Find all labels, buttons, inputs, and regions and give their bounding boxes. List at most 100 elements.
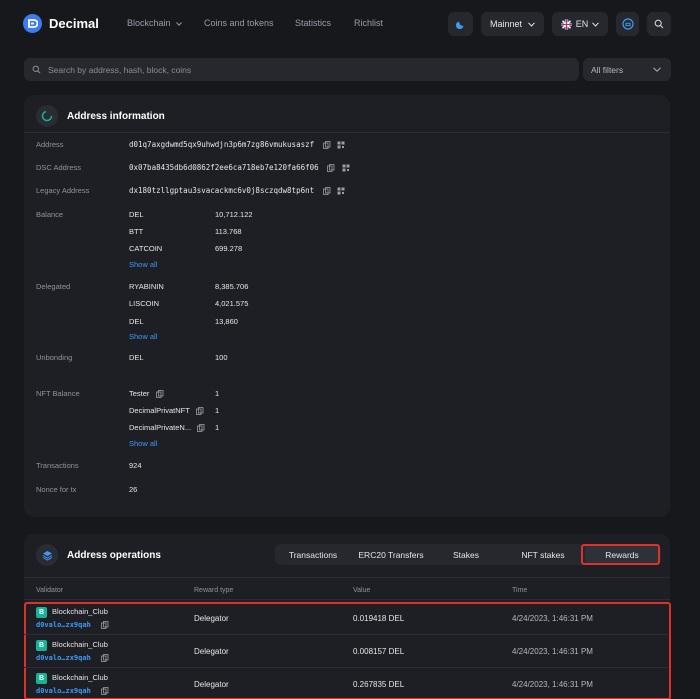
moon-icon bbox=[455, 21, 463, 29]
nft-amount: 1 bbox=[215, 406, 220, 415]
reward-type: Delegator bbox=[194, 680, 229, 689]
nft-amount: 1 bbox=[215, 423, 220, 432]
copy-icon[interactable] bbox=[101, 654, 109, 662]
reward-value: 0.008157 DEL bbox=[353, 647, 405, 656]
reward-value: 0.019418 DEL bbox=[353, 614, 405, 623]
copy-icon[interactable] bbox=[195, 407, 204, 415]
validator-badge-icon: B bbox=[36, 640, 47, 651]
balance-coin: DEL bbox=[129, 210, 144, 219]
spinner-icon bbox=[36, 105, 58, 127]
qr-code-icon[interactable] bbox=[337, 187, 345, 195]
column-validator: Validator bbox=[36, 587, 64, 594]
column-value: Value bbox=[353, 587, 371, 594]
copy-icon[interactable] bbox=[197, 424, 205, 432]
table-row: B Blockchain_Club d0valo…zx9qah Delegato… bbox=[24, 635, 668, 668]
chevron-down-icon bbox=[528, 21, 535, 27]
nav-coins-tokens[interactable]: Coins and tokens bbox=[204, 18, 274, 28]
wallet-icon bbox=[621, 18, 634, 30]
nft-balance-label: NFT Balance bbox=[36, 389, 80, 398]
reward-value: 0.267835 DEL bbox=[353, 680, 405, 689]
nft-name: Tester bbox=[129, 389, 164, 398]
decimal-logo-icon bbox=[23, 14, 42, 33]
chevron-down-icon bbox=[176, 21, 182, 26]
language-value: EN bbox=[575, 19, 589, 29]
search-icon bbox=[654, 19, 664, 29]
rewards-tab-highlight bbox=[581, 544, 660, 565]
nft-amount: 1 bbox=[215, 389, 220, 398]
wallet-button[interactable] bbox=[616, 12, 639, 36]
validator-name[interactable]: Blockchain_Club bbox=[52, 673, 108, 682]
unbonding-label: Unbonding bbox=[36, 353, 73, 362]
delegated-amount: 13,860 bbox=[215, 317, 238, 326]
dsc-address-label: DSC Address bbox=[36, 163, 82, 172]
delegated-label: Delegated bbox=[36, 282, 71, 291]
brand-logo[interactable]: Decimal bbox=[23, 14, 99, 33]
balance-coin: BTT bbox=[129, 227, 144, 236]
card-title: Address information bbox=[67, 110, 165, 122]
unbonding-coin: DEL bbox=[129, 353, 144, 362]
language-select[interactable]: EN bbox=[552, 12, 608, 36]
search-icon bbox=[32, 65, 41, 74]
address-value: d01q7axgdwmd5qx9uhwdjn3p6m7zg86vmukusasz… bbox=[129, 140, 345, 149]
balance-coin: CATCOIN bbox=[129, 244, 163, 253]
dsc-address-value: 0x07ba8435db6d0862f2ee6ca718eb7e120fa66f… bbox=[129, 163, 350, 172]
transactions-label: Transactions bbox=[36, 461, 79, 470]
delegated-coin: RYABININ bbox=[129, 282, 164, 291]
tab-erc20-transfers[interactable]: ERC20 Transfers bbox=[350, 544, 432, 565]
theme-toggle-button[interactable] bbox=[448, 12, 473, 36]
card-title: Address operations bbox=[67, 549, 161, 561]
nav-statistics[interactable]: Statistics bbox=[295, 18, 331, 28]
delegated-coin: LISCOIN bbox=[129, 299, 160, 308]
delegated-show-all-link[interactable]: Show all bbox=[129, 332, 157, 341]
transactions-count: 924 bbox=[129, 461, 142, 470]
uk-flag-icon bbox=[561, 18, 572, 30]
copy-icon[interactable] bbox=[101, 621, 109, 629]
nav-blockchain[interactable]: Blockchain bbox=[127, 18, 182, 28]
validator-badge-icon: B bbox=[36, 673, 47, 684]
reward-time: 4/24/2023, 1:46:31 PM bbox=[512, 680, 593, 689]
header-search-button[interactable] bbox=[647, 12, 671, 36]
reward-type: Delegator bbox=[194, 647, 229, 656]
nav-richlist[interactable]: Richlist bbox=[354, 18, 383, 28]
legacy-address-value: dx180tzllgptau3svacackmc6v0j8sczqdw8tp6n… bbox=[129, 186, 345, 195]
brand-name: Decimal bbox=[49, 16, 99, 31]
column-reward-type: Reward type bbox=[194, 587, 234, 594]
tab-nft-stakes[interactable]: NFT stakes bbox=[504, 544, 582, 565]
tab-stakes[interactable]: Stakes bbox=[436, 544, 496, 565]
nonce-label: Nonce for tx bbox=[36, 485, 77, 494]
network-select[interactable]: Mainnet bbox=[481, 12, 544, 36]
balance-amount: 113.768 bbox=[215, 227, 242, 236]
copy-icon[interactable] bbox=[155, 390, 164, 398]
reward-time: 4/24/2023, 1:46:31 PM bbox=[512, 647, 593, 656]
nonce-value: 26 bbox=[129, 485, 138, 494]
table-row: B Blockchain_Club d0valo…zx9qah Delegato… bbox=[24, 602, 668, 635]
copy-icon[interactable] bbox=[322, 141, 331, 149]
qr-code-icon[interactable] bbox=[337, 141, 345, 149]
filter-value: All filters bbox=[591, 64, 624, 75]
address-operations-header: Address operations bbox=[36, 544, 161, 566]
copy-icon[interactable] bbox=[322, 187, 331, 195]
tab-transactions[interactable]: Transactions bbox=[279, 544, 347, 565]
reward-time: 4/24/2023, 1:46:31 PM bbox=[512, 614, 593, 623]
column-time: Time bbox=[512, 587, 528, 594]
nft-name: DecimalPrivateN... bbox=[129, 423, 205, 432]
chevron-down-icon bbox=[653, 67, 661, 72]
validator-address[interactable]: d0valo…zx9qah bbox=[36, 654, 109, 662]
qr-code-icon[interactable] bbox=[342, 164, 350, 172]
address-info-card: Address information Address d01q7axgdwmd… bbox=[24, 95, 670, 517]
copy-icon[interactable] bbox=[327, 164, 335, 172]
balance-label: Balance bbox=[36, 210, 64, 219]
validator-name[interactable]: Blockchain_Club bbox=[52, 607, 108, 616]
nft-show-all-link[interactable]: Show all bbox=[129, 439, 157, 448]
address-label: Address bbox=[36, 140, 64, 149]
nft-name: DecimalPrivatNFT bbox=[129, 406, 204, 415]
validator-address[interactable]: d0valo…zx9qah bbox=[36, 621, 109, 629]
address-operations-card: Address operations Transactions ERC20 Tr… bbox=[24, 534, 671, 699]
validator-address[interactable]: d0valo…zx9qah bbox=[36, 687, 109, 695]
copy-icon[interactable] bbox=[101, 687, 109, 695]
search-input[interactable]: Search by address, hash, block, coins bbox=[24, 58, 579, 81]
filter-select[interactable]: All filters bbox=[583, 58, 671, 81]
balance-show-all-link[interactable]: Show all bbox=[129, 260, 157, 269]
validator-name[interactable]: Blockchain_Club bbox=[52, 640, 108, 649]
validator-badge-icon: B bbox=[36, 607, 47, 618]
